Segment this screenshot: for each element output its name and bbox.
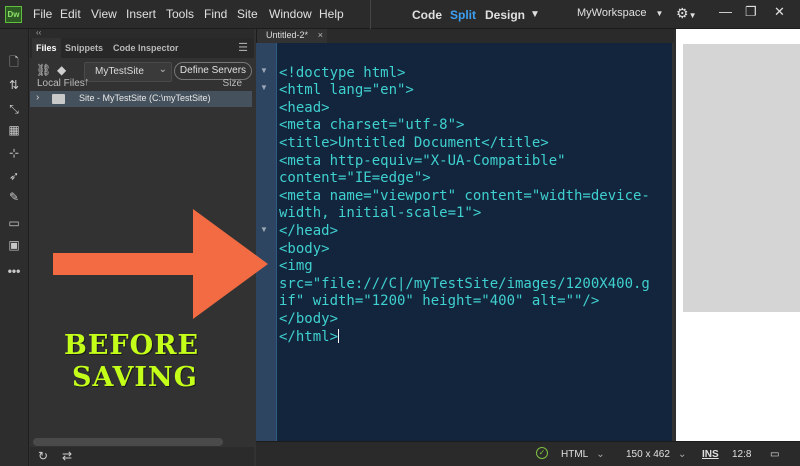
design-view-button[interactable]: Design: [485, 8, 525, 22]
code-line: <meta http-equiv="X-UA-Compatible": [279, 152, 566, 169]
chevron-down-icon: ⌄: [158, 64, 167, 75]
more-icon[interactable]: •••: [6, 263, 22, 279]
insert-mode-indicator[interactable]: INS: [702, 449, 719, 460]
panel-scrollbar[interactable]: [33, 438, 223, 446]
code-line: <html lang="en">: [279, 82, 414, 99]
code-line: if" width="1200" height="400" alt=""/>: [279, 293, 600, 310]
code-line: <title>Untitled Document</title>: [279, 134, 549, 151]
maximize-icon[interactable]: ❐: [745, 4, 757, 20]
tab-snippets[interactable]: Snippets: [65, 38, 103, 58]
menu-site[interactable]: Site: [237, 7, 258, 21]
expand-icon[interactable]: ⤡: [6, 101, 22, 117]
app-logo: Dw: [5, 6, 22, 23]
menu-edit[interactable]: Edit: [60, 7, 81, 21]
workspace-select[interactable]: MyWorkspace ▼: [577, 7, 663, 19]
chevron-down-icon[interactable]: ▼: [530, 9, 540, 20]
menu-window[interactable]: Window: [269, 7, 312, 21]
code-view-button[interactable]: Code: [412, 8, 442, 22]
chevron-down-icon: ⌄: [677, 449, 687, 460]
divider: [370, 0, 371, 29]
code-line: <meta name="viewport" content="width=dev…: [279, 187, 650, 204]
column-size[interactable]: Size: [223, 78, 242, 89]
code-editor[interactable]: <!doctype html> <html lang="en"> <head> <me…: [276, 43, 672, 441]
column-local-files[interactable]: Local Files: [37, 78, 85, 89]
split-icon[interactable]: ⊹: [6, 145, 22, 161]
view-mode-switcher: Code Split Design ▼: [398, 2, 563, 28]
code-line: content="IE=edge">: [279, 170, 431, 187]
language-select[interactable]: HTML ⌄: [561, 446, 605, 463]
cursor-position: 12:8: [732, 449, 752, 460]
live-view-pane[interactable]: [674, 29, 800, 441]
code-line: <!doctype html>: [279, 64, 406, 81]
close-icon[interactable]: ✕: [774, 4, 785, 20]
format-icon[interactable]: ▣: [6, 237, 22, 253]
status-bar: ✓ HTML ⌄ 150 x 462 ⌄ INS 12:8 ▭: [256, 441, 800, 466]
chevron-right-icon[interactable]: ›: [36, 92, 39, 103]
sort-icon[interactable]: ⇅: [6, 77, 22, 93]
tree-item-label: Site - MyTestSite (C:\myTestSite): [79, 93, 211, 103]
chevron-down-icon: ⌄: [596, 449, 605, 460]
window-size-select[interactable]: 150 x 462 ⌄: [626, 446, 686, 463]
sync-icon[interactable]: ⇄: [62, 449, 72, 463]
document-tab[interactable]: Untitled-2* ×: [257, 29, 327, 43]
code-line: <head>: [279, 99, 330, 116]
table-icon[interactable]: ▦: [6, 122, 22, 138]
menu-find[interactable]: Find: [204, 7, 227, 21]
panel-footer: ↻ ⇄: [30, 447, 254, 466]
comment-icon[interactable]: ▭: [6, 215, 22, 231]
annotation-line-2: SAVING: [72, 362, 198, 393]
menu-tools[interactable]: Tools: [166, 7, 194, 21]
text-cursor: [338, 328, 340, 343]
annotation-text: BEFORE SAVING: [64, 330, 264, 394]
fold-icon[interactable]: ▼: [260, 66, 268, 75]
menu-insert[interactable]: Insert: [126, 7, 156, 21]
minimize-icon[interactable]: —: [719, 4, 732, 19]
code-line: width, initial-scale=1">: [279, 205, 482, 222]
site-tree-item[interactable]: › Site - MyTestSite (C:\myTestSite): [30, 91, 252, 107]
code-line: <img: [279, 258, 313, 275]
panel-menu-icon[interactable]: ☰: [238, 41, 248, 54]
annotation-arrow-icon: [53, 209, 268, 319]
left-toolbar: 🗋 ⇅ ⤡ ▦ ⊹ ➶ ✎ ▭ ▣ •••: [0, 29, 29, 466]
chevron-down-icon: ▼: [655, 9, 664, 18]
close-tab-icon[interactable]: ×: [318, 29, 323, 42]
document-tabbar: Untitled-2* ×: [256, 29, 674, 43]
tab-code-inspector[interactable]: Code Inspector: [113, 38, 179, 58]
tab-files[interactable]: Files: [32, 38, 61, 58]
refresh-icon[interactable]: ↻: [38, 449, 48, 463]
code-line: <body>: [279, 240, 330, 257]
check-icon[interactable]: ✓: [536, 447, 548, 459]
file-icon[interactable]: 🗋: [6, 54, 22, 70]
menu-help[interactable]: Help: [319, 7, 344, 21]
menu-view[interactable]: View: [91, 7, 117, 21]
collapse-icon[interactable]: ‹‹: [30, 29, 254, 38]
file-columns-header: Local Files ↑ Size: [30, 75, 254, 91]
annotation-line-1: BEFORE: [64, 330, 200, 361]
menu-file[interactable]: File: [33, 7, 52, 21]
gear-icon[interactable]: ⚙▼: [676, 5, 696, 22]
code-content[interactable]: <!doctype html> <html lang="en"> <head> <me…: [279, 47, 669, 381]
image-placeholder[interactable]: [683, 44, 800, 312]
split-view-button[interactable]: Split: [450, 8, 476, 22]
code-line: src="file:///C|/myTestSite/images/1200X4…: [279, 275, 650, 292]
folder-icon: [52, 94, 65, 104]
panel-tabs: Files Snippets Code Inspector ☰: [30, 38, 254, 58]
pointer-icon[interactable]: ➶: [6, 168, 22, 184]
output-icon[interactable]: ▭: [770, 449, 779, 460]
menu-bar: Dw File Edit View Insert Tools Find Site…: [0, 0, 800, 29]
code-line: </body>: [279, 310, 339, 327]
code-line: </html>: [279, 328, 340, 345]
sort-arrow-icon[interactable]: ↑: [84, 76, 90, 88]
pen-icon[interactable]: ✎: [6, 189, 22, 205]
fold-icon[interactable]: ▼: [260, 83, 268, 92]
code-line: <meta charset="utf-8">: [279, 117, 465, 134]
code-line: </head>: [279, 222, 339, 239]
